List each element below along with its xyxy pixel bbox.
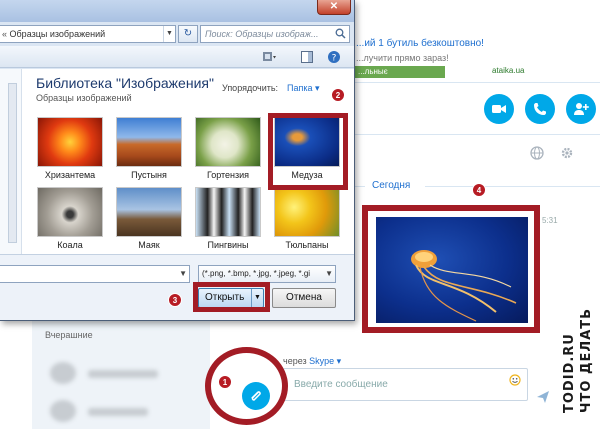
ad-button[interactable]: ...льныє	[355, 66, 445, 78]
svg-text:?: ?	[332, 54, 337, 64]
emoticon-icon[interactable]	[509, 374, 521, 386]
ad-subtitle: ...лучити прямо зараз!	[356, 53, 449, 63]
nav-scrollbar[interactable]	[8, 83, 17, 243]
dialog-footer: ▼ (*.png, *.bmp, *.jpg, *.jpeg, *.gi ▼ О…	[0, 254, 354, 320]
file-thumbnail-penguins[interactable]: Пингвины	[195, 187, 261, 250]
ad-title[interactable]: ...ий 1 бутиль безкоштовно!	[356, 38, 484, 49]
file-thumbnail-lighthouse[interactable]: Маяк	[116, 187, 182, 250]
step-marker-3: 3	[168, 293, 182, 307]
library-title: Библиотека "Изображения"	[36, 75, 214, 91]
koala-image	[37, 187, 103, 237]
file-thumbnail-tulips[interactable]: Тюльпаны	[274, 187, 340, 250]
file-type-select[interactable]: (*.png, *.bmp, *.jpg, *.jpeg, *.gi ▼	[198, 265, 336, 283]
step-marker-2: 2	[331, 88, 345, 102]
chrysanthemum-image	[37, 117, 103, 167]
view-options-icon[interactable]	[262, 50, 276, 64]
step-marker-4: 4	[472, 183, 486, 197]
arrange-by-dropdown[interactable]: Папка ▾	[287, 83, 320, 94]
sent-image-highlight	[362, 205, 540, 333]
penguins-image	[195, 187, 261, 237]
file-name: Пустыня	[131, 170, 167, 180]
navigation-pane	[0, 69, 22, 254]
gear-icon[interactable]	[560, 146, 574, 160]
search-placeholder: Поиск: Образцы изображ...	[205, 29, 319, 39]
cancel-button[interactable]: Отмена	[272, 288, 336, 308]
add-contact-button[interactable]	[566, 94, 596, 124]
dialog-toolbar: ?	[0, 46, 354, 68]
divider	[355, 134, 600, 135]
file-thumbnail-chrysanthemum[interactable]: Хризантема	[37, 117, 103, 180]
help-icon[interactable]: ?	[327, 50, 341, 64]
divider	[425, 186, 600, 187]
file-name-input[interactable]: ▼	[0, 265, 190, 283]
close-button[interactable]: ✕	[317, 0, 351, 15]
arrange-by-label: Упорядочить:	[222, 83, 279, 93]
file-name-dropdown-icon[interactable]: ▼	[179, 266, 187, 282]
tulips-image	[274, 187, 340, 237]
file-name: Коала	[57, 240, 83, 250]
watermark-line-2: ЧТО ДЕЛАТЬ	[579, 307, 594, 413]
add-person-icon	[574, 103, 589, 115]
open-button-highlight	[193, 282, 270, 312]
step-marker-1: 1	[218, 375, 232, 389]
lighthouse-image	[116, 187, 182, 237]
contact-avatar[interactable]	[50, 400, 76, 422]
via-service-selector[interactable]: Skype ▾	[309, 356, 341, 366]
address-dropdown-icon[interactable]: ▼	[163, 26, 175, 42]
file-name: Гортензия	[206, 170, 250, 180]
paperclip-icon	[251, 391, 261, 401]
address-bar[interactable]: « Образцы изображений ▼	[0, 25, 176, 43]
divider	[355, 82, 600, 83]
audio-call-button[interactable]	[525, 94, 555, 124]
video-camera-icon	[492, 105, 506, 113]
library-subtitle: Образцы изображений	[36, 93, 132, 103]
message-time: 5:31	[542, 216, 558, 225]
attach-file-button[interactable]	[242, 382, 270, 410]
preview-pane-icon[interactable]	[300, 50, 314, 64]
desert-image	[116, 117, 182, 167]
file-thumbnail-koala[interactable]: Коала	[37, 187, 103, 250]
globe-icon[interactable]	[530, 146, 544, 160]
file-thumbnail-hydrangea[interactable]: Гортензия	[195, 117, 261, 180]
selected-file-highlight	[268, 113, 348, 190]
message-placeholder: Введите сообщение	[294, 379, 388, 390]
address-path[interactable]: Образцы изображений	[10, 29, 106, 39]
jellyfish-picture	[411, 250, 517, 322]
search-input[interactable]: Поиск: Образцы изображ...	[200, 25, 350, 43]
via-prefix: через	[283, 356, 307, 366]
address-chevron[interactable]: «	[2, 29, 7, 39]
video-call-button[interactable]	[484, 94, 514, 124]
watermark: TODID.RU ЧТО ДЕЛАТЬ	[562, 303, 598, 413]
dialog-titlebar[interactable]: ✕	[0, 0, 354, 22]
contact-name[interactable]	[88, 408, 148, 416]
divider	[355, 186, 365, 187]
file-type-dropdown-icon[interactable]: ▼	[325, 266, 333, 282]
file-name: Хризантема	[44, 170, 96, 180]
message-input[interactable]: Введите сообщение	[283, 368, 528, 401]
contact-avatar[interactable]	[50, 362, 76, 384]
recent-section-label: Вчерашние	[45, 330, 93, 340]
watermark-line-1: TODID.RU	[562, 333, 577, 413]
refresh-button[interactable]: ↻	[178, 25, 198, 43]
hydrangea-image	[195, 117, 261, 167]
sent-jellyfish-image[interactable]	[376, 217, 528, 323]
file-type-value: (*.png, *.bmp, *.jpg, *.jpeg, *.gi	[202, 269, 311, 278]
file-thumbnail-desert[interactable]: Пустыня	[116, 117, 182, 180]
file-name: Тюльпаны	[285, 240, 329, 250]
ad-domain[interactable]: ataika.ua	[492, 66, 524, 75]
send-icon[interactable]	[536, 390, 550, 404]
search-icon[interactable]	[335, 28, 346, 39]
date-separator: Сегодня	[372, 180, 411, 191]
file-name: Пингвины	[207, 240, 249, 250]
send-via: через Skype ▾	[283, 356, 341, 367]
phone-icon	[534, 103, 546, 115]
contact-name[interactable]	[88, 370, 158, 378]
file-name: Маяк	[138, 240, 160, 250]
